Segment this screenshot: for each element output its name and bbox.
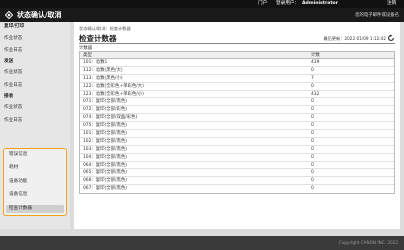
sidebar-item-consumables[interactable]: 耗材 [9,165,18,171]
sidebar-item-receive-job-status[interactable]: 作业状态 [4,105,22,111]
table-row: 102：复印(全部/黑色) 0 [80,138,394,146]
sidebar-item-error-info[interactable]: 错误信息 [9,152,27,158]
table-row: 065：复印(全部/黑色) 0 [80,169,394,178]
counter-type: 122：总数(全彩色+单彩色/大) [83,83,144,89]
sidebar-item-device-features[interactable]: 设备功能 [9,179,27,185]
counter-type: 101：总数1 [83,60,108,65]
counter-value: 0 [311,154,314,160]
table-row: 113：总数(黑色/小) 7 [80,75,394,83]
counter-value: 0 [311,146,314,152]
counter-value: 0 [311,170,314,176]
footer: Copyright CANON INC. 2022 [0,236,404,250]
last-updated: 最后更新：2022 01/09 1:12:42 [323,36,386,41]
counter-type: 075：复印(全部/黑色) [83,123,128,129]
copyright: Copyright CANON INC. 2022 [338,240,398,245]
breadcrumb[interactable]: 状态确认/取消：检查计数器 [79,26,131,32]
refresh-icon[interactable] [387,34,395,42]
table-row: 101：总数1 439 [80,59,394,67]
portal-link[interactable]: 门户 [258,1,267,7]
table-row: 064：复印(全部/黑色) 0 [80,162,394,170]
sidebar-item-receive-job-log[interactable]: 作业日志 [4,118,22,124]
table-row: 123：总数(全彩色+单彩色/小) 432 [80,91,394,99]
counter-value: 0 [311,83,314,89]
table-row: 072：复印(全部/彩色) 0 [80,106,394,115]
table-row: 104：复印(全部/黑色) 0 [80,154,394,162]
counter-value: 0 [311,131,314,137]
sidebar-item-device-info[interactable]: 设备信息 [9,192,27,198]
counter-value: 0 [311,67,314,73]
sidebar-section-send: 发送 [4,59,14,64]
counter-value: 7 [311,75,314,81]
table-row: 067：复印(全部/黑色) 0 [80,185,394,193]
user-name: Administrator [302,1,338,6]
counter-value: 0 [311,162,314,168]
sidebar-item-send-job-status[interactable]: 作业状态 [4,70,22,76]
counter-type: 072：复印(全部/彩色) [83,107,128,113]
counter-value: 0 [311,138,314,144]
table-row: 075：复印(全部/黑色) 0 [80,122,394,131]
counter-table: 类型 计数 101：总数1 439 112：总数(黑色/大) 0 113：总数(黑色… [79,51,395,195]
counter-type: 074：复印(全部/双面/彩色) [83,115,138,121]
counter-value: 439 [311,60,320,65]
sidebar: 复印/打印 作业状态 作业日志 发送 作业状态 作业日志 接收 作业状态 作业日… [0,22,70,229]
sidebar-item-check-counter[interactable]: 检查计数器 [9,206,32,212]
status-logo-icon [5,11,13,19]
app-title: 状态确认/取消 [17,11,62,19]
table-row: 122：总数(全彩色+单彩色/大) 0 [80,83,394,91]
table-header: 类型 计数 [80,52,394,59]
top-bar: 门户 登录用户： Administrator 注销 [0,0,404,8]
counter-type: 067：复印(全部/黑色) [83,186,128,192]
counter-value: 0 [311,178,314,184]
table-row: 101：复印(全部/黑色) 0 [80,130,394,138]
device-info: 您的电子邮件或设备名 [355,13,399,18]
sidebar-item-print-job-log[interactable]: 作业日志 [4,48,22,54]
sidebar-item-send-job-log[interactable]: 作业日志 [4,83,22,89]
header: 状态确认/取消 您的电子邮件或设备名 [0,8,404,22]
title-divider [79,43,395,44]
logout-link[interactable]: 注销 [387,1,396,7]
counter-value: 0 [311,115,314,121]
counter-value: 432 [311,91,320,97]
table-row: 066：复印(全部/黑色) 0 [80,177,394,186]
main-content: 状态确认/取消：检查计数器 检查计数器 最后更新：2022 01/09 1:12… [74,22,400,250]
table-row: 074：复印(全部/双面/彩色) 0 [80,114,394,123]
counter-type: 112：总数(黑色/大) [83,67,123,73]
sidebar-item-print-job-status[interactable]: 作业状态 [4,36,22,42]
counter-value: 0 [311,186,314,192]
counter-value: 0 [311,123,314,129]
counter-type: 103：复印(全部/黑色) [83,146,128,152]
counter-type: 123：总数(全彩色+单彩色/小) [83,91,144,97]
table-row: 112：总数(黑色/大) 0 [80,67,394,75]
table-row: 103：复印(全部/黑色) 0 [80,146,394,154]
counter-value: 0 [311,99,314,105]
sidebar-section-receive: 接收 [4,94,14,99]
counter-type: 066：复印(全部/黑色) [83,178,128,184]
sidebar-section-print: 复印/打印 [4,24,25,29]
counter-type: 065：复印(全部/黑色) [83,170,128,176]
column-header-count: 计数 [311,53,320,58]
counter-type: 071：复印(全部/黑色) [83,99,128,105]
column-header-type: 类型 [83,53,92,58]
login-user-label: 登录用户： [276,1,299,6]
counter-value: 0 [311,107,314,113]
counter-type: 064：复印(全部/黑色) [83,162,128,168]
counter-type: 113：总数(黑色/小) [83,75,123,81]
sidebar-device-group: 错误信息 耗材 设备功能 设备信息 检查计数器 [3,148,67,216]
table-row: 071：复印(全部/黑色) 0 [80,98,394,107]
counter-type: 104：复印(全部/黑色) [83,154,128,160]
counter-type: 102：复印(全部/黑色) [83,138,128,144]
counter-type: 101：复印(全部/黑色) [83,131,128,137]
